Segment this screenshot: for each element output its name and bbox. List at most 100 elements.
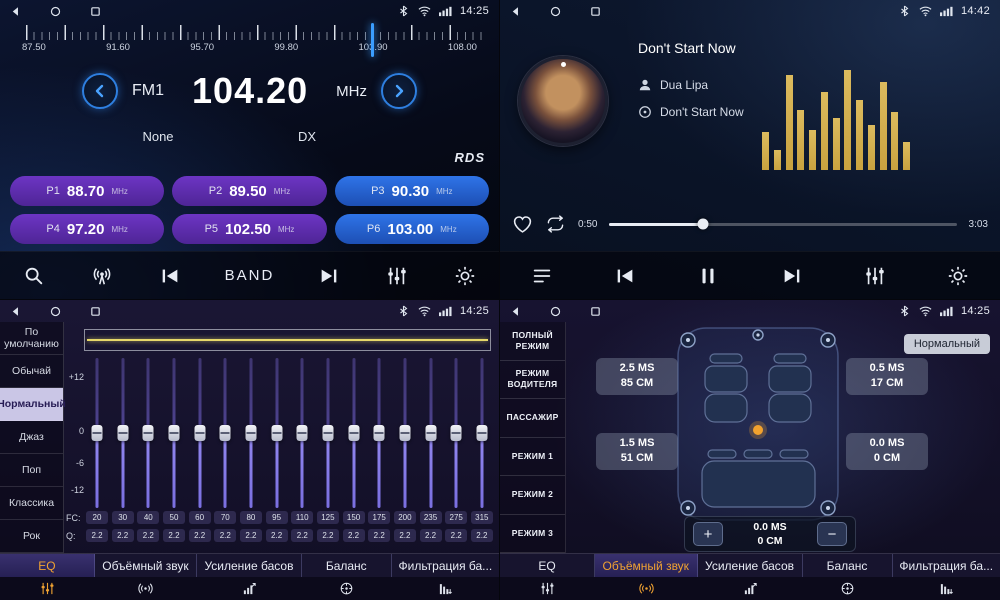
eq-preset-item[interactable]: По умолчанию [0,322,63,355]
listening-mode-item[interactable]: РЕЖИМ 2 [500,476,565,515]
pause-icon[interactable] [695,263,721,289]
rear-right-delay[interactable]: 0.0 MS 0 CM [846,433,928,470]
slider-knob[interactable] [245,425,256,441]
eq-band-slider[interactable] [189,358,211,508]
back-icon[interactable] [510,6,521,17]
audio-tab[interactable]: Фильтрация ба... [392,554,499,577]
listening-mode-item[interactable]: РЕЖИМ ВОДИТЕЛЯ [500,361,565,400]
preset-button[interactable]: P3 90.30 MHz [335,176,489,206]
eq-band-slider[interactable] [394,358,416,508]
audio-tab[interactable]: Объёмный звук [595,554,698,577]
preset-button[interactable]: P4 97.20 MHz [10,214,164,244]
slider-knob[interactable] [476,425,487,441]
eq-band-slider[interactable] [317,358,339,508]
eq-preset-item[interactable]: Рок [0,520,63,553]
sound-profile-chip[interactable]: Нормальный [904,334,990,354]
seek-bar[interactable] [609,223,956,226]
settings-icon[interactable] [945,263,971,289]
eq-band-slider[interactable] [343,358,365,508]
surround-tab-icon[interactable] [595,577,698,600]
next-icon[interactable] [316,263,342,289]
settings-icon[interactable] [452,263,478,289]
back-icon[interactable] [10,306,21,317]
home-icon[interactable] [550,306,561,317]
home-icon[interactable] [50,6,61,17]
audio-tab[interactable]: Усиление басов [197,554,302,577]
slider-knob[interactable] [271,425,282,441]
eq-preset-item[interactable]: Нормальный [0,388,63,421]
preset-button[interactable]: P6 103.00 MHz [335,214,489,244]
slider-knob[interactable] [220,425,231,441]
back-icon[interactable] [10,6,21,17]
progress-knob[interactable] [698,219,709,230]
filter-tab-icon[interactable] [392,577,499,600]
seek-up-button[interactable] [381,73,417,109]
slider-knob[interactable] [399,425,410,441]
eq-band-slider[interactable] [240,358,262,508]
slider-knob[interactable] [143,425,154,441]
back-icon[interactable] [510,306,521,317]
previous-track-icon[interactable] [612,263,638,289]
eq-band-slider[interactable] [86,358,108,508]
eq-tab-icon[interactable] [0,577,95,600]
slider-knob[interactable] [451,425,462,441]
equalizer-icon[interactable] [862,263,888,289]
slider-knob[interactable] [374,425,385,441]
eq-band-slider[interactable] [214,358,236,508]
eq-band-slider[interactable] [266,358,288,508]
balance-tab-icon[interactable] [302,577,392,600]
audio-tab[interactable]: Объёмный звук [95,554,197,577]
audio-tab[interactable]: Баланс [302,554,392,577]
favorite-icon[interactable] [512,214,533,234]
eq-preset-item[interactable]: Поп [0,454,63,487]
equalizer-icon[interactable] [384,263,410,289]
slider-knob[interactable] [194,425,205,441]
next-track-icon[interactable] [779,263,805,289]
preset-button[interactable]: P2 89.50 MHz [172,176,326,206]
playlist-icon[interactable] [529,263,555,289]
recents-icon[interactable] [90,306,101,317]
audio-tab[interactable]: Фильтрация ба... [893,554,1000,577]
eq-band-slider[interactable] [368,358,390,508]
eq-band-slider[interactable] [163,358,185,508]
slider-knob[interactable] [297,425,308,441]
slider-knob[interactable] [348,425,359,441]
filter-tab-icon[interactable] [893,577,1000,600]
listening-mode-item[interactable]: РЕЖИМ 3 [500,515,565,554]
listening-mode-item[interactable]: ПОЛНЫЙ РЕЖИМ [500,322,565,361]
home-icon[interactable] [550,6,561,17]
decrease-delay-button[interactable]: − [817,522,847,546]
eq-preset-item[interactable]: Джаз [0,421,63,454]
seek-down-button[interactable] [82,73,118,109]
preset-button[interactable]: P1 88.70 MHz [10,176,164,206]
audio-tab[interactable]: EQ [0,554,95,577]
scan-icon[interactable] [21,263,47,289]
listening-mode-item[interactable]: РЕЖИМ 1 [500,438,565,477]
repeat-icon[interactable] [545,214,566,234]
balance-tab-icon[interactable] [803,577,893,600]
slider-knob[interactable] [168,425,179,441]
audio-tab[interactable]: EQ [500,554,595,577]
slider-knob[interactable] [117,425,128,441]
audio-tab[interactable]: Усиление басов [698,554,803,577]
listening-mode-item[interactable]: ПАССАЖИР [500,399,565,438]
rear-left-delay[interactable]: 1.5 MS 51 CM [596,433,678,470]
front-left-delay[interactable]: 2.5 MS 85 CM [596,358,678,395]
eq-band-slider[interactable] [471,358,493,508]
slider-knob[interactable] [425,425,436,441]
preset-button[interactable]: P5 102.50 MHz [172,214,326,244]
recents-icon[interactable] [590,306,601,317]
band-button[interactable]: BAND [225,267,275,284]
surround-tab-icon[interactable] [95,577,197,600]
broadcast-icon[interactable] [89,263,115,289]
audio-tab[interactable]: Баланс [803,554,893,577]
eq-band-slider[interactable] [445,358,467,508]
bass-boost-tab-icon[interactable] [698,577,803,600]
eq-band-slider[interactable] [137,358,159,508]
home-icon[interactable] [50,306,61,317]
eq-preset-item[interactable]: Классика [0,487,63,520]
eq-preset-item[interactable]: Обычай [0,355,63,388]
eq-band-slider[interactable] [112,358,134,508]
recents-icon[interactable] [90,6,101,17]
bass-boost-tab-icon[interactable] [197,577,302,600]
